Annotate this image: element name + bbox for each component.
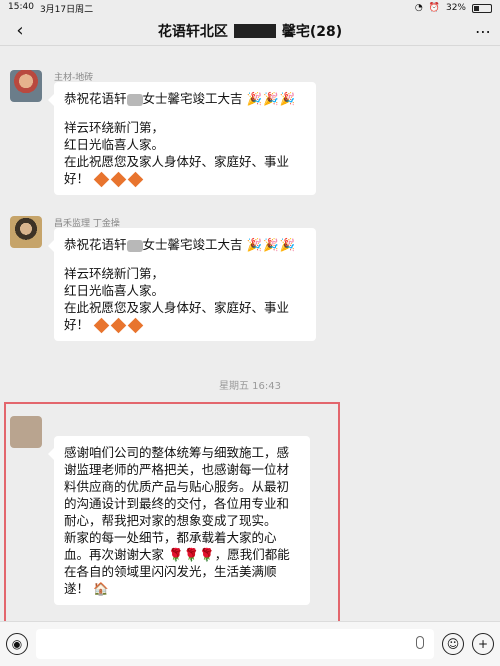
message-line: 好！	[64, 317, 90, 332]
rose-icon: 🌹🌹🌹	[168, 547, 215, 562]
message-line: 遂！	[64, 581, 90, 596]
message-line: 祥云环绕新门第，	[64, 120, 165, 135]
message-line: 红日光临喜人家。	[64, 137, 165, 152]
battery-percent: 32%	[445, 3, 466, 13]
masked-name	[126, 93, 143, 106]
message-line: 在各自的领域里闪闪发光，生活美满顺	[64, 564, 277, 579]
masked-name	[126, 239, 143, 252]
chat-header: ‹ 花语轩北区 馨宅(28) ⋯	[0, 16, 500, 46]
message-line: 的沟通设计到最终的交付，各位用专业和	[64, 496, 290, 511]
message-line: 在此祝愿您及家人身体好、家庭好、事业	[64, 154, 290, 169]
status-date: 3月17日周二	[39, 4, 94, 15]
alarm-icon: ⏰	[428, 3, 440, 13]
message-line: 耐心，帮我把对家的想象变成了现实。	[64, 513, 277, 528]
message-line: 红日光临喜人家。	[64, 283, 165, 298]
battery-icon	[472, 3, 492, 13]
chevron-left-icon[interactable]: ‹	[10, 20, 30, 41]
avatar[interactable]	[10, 416, 42, 448]
message-line: 感谢咱们公司的整体统筹与细致施工，感	[64, 445, 290, 460]
message-line: 祥云环绕新门第，	[64, 266, 165, 281]
input-bar: ◉ ☺ +	[0, 621, 500, 666]
chat-area[interactable]: 主材-地砖 恭祝花语轩 女士馨宅竣工大吉 🎉🎉🎉 祥云环绕新门第， 红日光临喜人家…	[0, 46, 500, 621]
diamond-icon	[127, 171, 144, 188]
message-line: 谢监理老师的严格把关，也感谢每一位材	[64, 462, 290, 477]
status-bar: 15:40 3月17日周二 ◔ ⏰ 32%	[0, 0, 500, 16]
chat-title: 花语轩北区 馨宅(28)	[158, 21, 342, 41]
masked-name	[233, 23, 276, 38]
wifi-icon: ◔	[414, 3, 423, 13]
diamond-icon	[127, 317, 144, 334]
diamond-icon	[110, 171, 127, 188]
message-bubble[interactable]: 恭祝花语轩 女士馨宅竣工大吉 🎉🎉🎉 祥云环绕新门第， 红日光临喜人家。 在此祝愿…	[48, 82, 316, 195]
emoji-icon[interactable]: ☺	[442, 633, 464, 655]
message-line: 恭祝花语轩	[64, 237, 127, 252]
message-line: 血。再次谢谢大家	[64, 547, 165, 562]
avatar[interactable]	[10, 216, 42, 248]
voice-icon[interactable]: ◉	[6, 633, 28, 655]
message-line: 女士馨宅竣工大吉	[142, 237, 243, 252]
message-bubble[interactable]: 恭祝花语轩 女士馨宅竣工大吉 🎉🎉🎉 祥云环绕新门第， 红日光临喜人家。 在此祝愿…	[48, 228, 316, 341]
party-icon: 🎉🎉🎉	[246, 91, 297, 106]
message-line: ，愿我们都能	[214, 547, 290, 562]
diamond-icon	[93, 317, 110, 334]
chat-title-prefix: 花语轩北区	[157, 23, 228, 40]
message-line: 新家的每一处细节，都承载着大家的心	[64, 530, 277, 545]
diamond-icon	[110, 317, 127, 334]
chat-title-suffix: 馨宅(28)	[281, 23, 343, 40]
message-line: 料供应商的优质产品与贴心服务。从最初	[64, 479, 290, 494]
plus-icon[interactable]: +	[472, 633, 494, 655]
status-time: 15:40	[8, 1, 34, 12]
message-bubble[interactable]: 感谢咱们公司的整体统筹与细致施工，感 谢监理老师的严格把关，也感谢每一位材 料供…	[48, 436, 310, 605]
mic-icon[interactable]	[416, 636, 424, 649]
timestamp: 星期五 16:43	[219, 381, 281, 392]
more-icon[interactable]: ⋯	[475, 22, 492, 41]
message-input[interactable]	[36, 629, 434, 659]
message-line: 好！	[64, 171, 90, 186]
message-line: 在此祝愿您及家人身体好、家庭好、事业	[64, 300, 290, 315]
message-line: 女士馨宅竣工大吉	[142, 91, 243, 106]
house-icon: 🏠	[93, 581, 109, 596]
message-line: 恭祝花语轩	[64, 91, 127, 106]
party-icon: 🎉🎉🎉	[246, 237, 297, 252]
diamond-icon	[93, 171, 110, 188]
avatar[interactable]	[10, 70, 42, 102]
